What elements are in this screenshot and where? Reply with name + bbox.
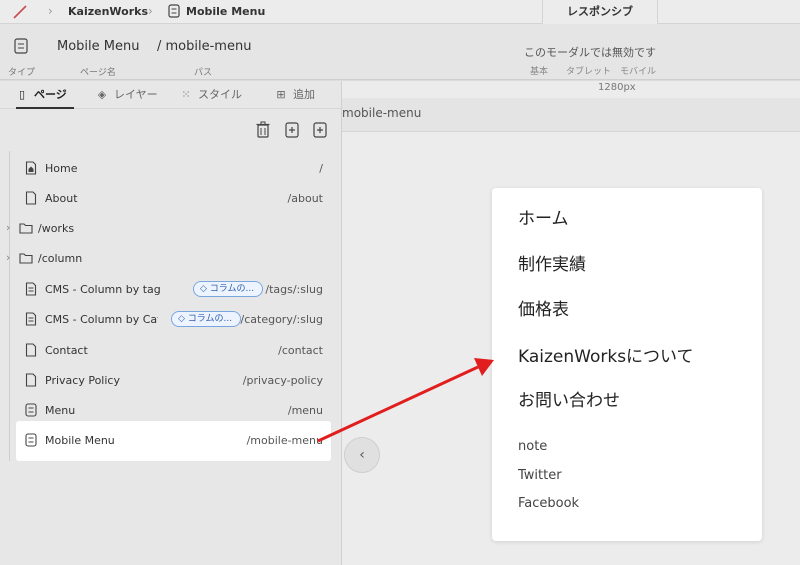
page-row-mobile-menu[interactable]: Mobile Menu /mobile-menu	[16, 421, 331, 461]
tab-add-label: 追加	[293, 88, 315, 101]
device-mobile[interactable]: モバイル	[620, 64, 656, 77]
folder-row-label: /works	[38, 222, 75, 235]
layers-icon: ◈	[97, 88, 107, 101]
folder-icon	[19, 253, 33, 264]
tab-styles[interactable]: ⁙ スタイル	[180, 81, 250, 109]
page-row-path: /tags/:slug	[265, 283, 323, 296]
breadcrumb-separator-icon: ›	[48, 4, 53, 18]
app-logo-icon[interactable]	[12, 5, 28, 19]
tab-responsive[interactable]: レスポンシブ	[542, 0, 658, 24]
tab-pages[interactable]: ▯ ページ	[16, 81, 74, 109]
add-folder-icon[interactable]	[284, 121, 300, 139]
device-tablet[interactable]: タブレット	[566, 64, 611, 77]
page-icon	[25, 343, 37, 357]
collection-tag-badge: ◇ コラムの...	[193, 281, 263, 297]
breadcrumb-page[interactable]: Mobile Menu	[186, 5, 265, 18]
device-base[interactable]: 基本	[530, 64, 548, 77]
modal-page-icon[interactable]	[14, 38, 28, 54]
page-row-cms-category[interactable]: CMS - Column by Cate ◇ コラムの... /category…	[0, 304, 342, 334]
cms-page-icon	[25, 312, 37, 326]
page-row-cms-tag[interactable]: CMS - Column by tag ◇ コラムの... /tags/:slu…	[0, 274, 342, 304]
mobile-menu-preview: ホーム 制作実績 価格表 KaizenWorksについて お問い合わせ note…	[492, 188, 762, 541]
canvas-path-text: mobile-menu	[342, 106, 422, 120]
menu-link-home[interactable]: ホーム	[518, 204, 569, 229]
chevron-right-icon[interactable]: ›	[6, 251, 10, 264]
tab-pages-label: ページ	[34, 88, 67, 101]
canvas-width-label: 1280px	[598, 82, 636, 93]
trash-icon[interactable]	[255, 121, 271, 139]
plus-icon: ⊞	[276, 88, 286, 101]
panel-tabs: ▯ ページ ◈ レイヤー ⁙ スタイル ⊞ 追加	[0, 81, 342, 109]
page-row-about[interactable]: About /about	[0, 183, 342, 213]
type-label: タイプ	[8, 68, 36, 78]
modal-disabled-note: このモーダルでは無効です	[524, 46, 656, 59]
path-label: パス	[194, 68, 213, 78]
page-icon	[25, 191, 37, 205]
breadcrumb-project[interactable]: KaizenWorks	[68, 5, 148, 18]
page-row-home[interactable]: Home /	[0, 153, 342, 183]
pages-panel: ▯ ページ ◈ レイヤー ⁙ スタイル ⊞ 追加 Home / About /a…	[0, 81, 342, 565]
page-row-privacy[interactable]: Privacy Policy /privacy-policy	[0, 365, 342, 395]
page-row-label: CMS - Column by Cate	[45, 313, 158, 326]
page-row-label: Contact	[45, 344, 88, 357]
add-page-icon[interactable]	[312, 121, 328, 139]
menu-link-facebook[interactable]: Facebook	[518, 496, 579, 511]
modal-page-icon	[168, 4, 180, 18]
page-row-path: /	[319, 162, 323, 175]
modal-page-icon	[25, 433, 37, 447]
menu-link-note[interactable]: note	[518, 439, 547, 454]
collection-tag-badge: ◇ コラムの...	[171, 311, 241, 327]
home-page-icon	[25, 161, 37, 175]
page-row-path: /contact	[278, 344, 323, 357]
menu-link-contact[interactable]: お問い合わせ	[518, 386, 620, 411]
page-name-label: ページ名	[80, 68, 116, 78]
tab-add[interactable]: ⊞ 追加	[275, 81, 325, 109]
page-path-field[interactable]: / mobile-menu	[157, 39, 251, 54]
page-row-path: /privacy-policy	[242, 374, 323, 387]
tab-styles-label: スタイル	[198, 88, 242, 101]
page-row-label: About	[45, 192, 78, 205]
chevron-right-icon[interactable]: ›	[6, 221, 10, 234]
page-row-label: Mobile Menu	[45, 434, 115, 447]
breadcrumb-separator-icon: ›	[148, 4, 153, 18]
page-row-path: /mobile-menu	[246, 434, 323, 447]
collection-tag-text: コラムの...	[187, 314, 233, 324]
page-icon	[25, 373, 37, 387]
top-bar: › KaizenWorks › Mobile Menu レスポンシブ	[0, 0, 800, 24]
page-row-path: /menu	[287, 404, 323, 417]
page-row-path: /about	[287, 192, 323, 205]
menu-link-pricing[interactable]: 価格表	[518, 295, 569, 320]
menu-link-about[interactable]: KaizenWorksについて	[518, 342, 694, 367]
tab-layers-label: レイヤー	[114, 88, 158, 101]
page-row-label: CMS - Column by tag	[45, 283, 161, 296]
menu-link-twitter[interactable]: Twitter	[518, 468, 562, 483]
page-header: Mobile Menu / mobile-menu タイプ ページ名 パス この…	[0, 24, 800, 80]
folder-row-works[interactable]: › /works	[0, 213, 342, 243]
page-icon: ▯	[18, 88, 26, 101]
folder-row-label: /column	[38, 252, 83, 265]
folder-row-column[interactable]: › /column	[0, 243, 342, 273]
page-row-label: Privacy Policy	[45, 374, 120, 387]
cms-page-icon	[25, 282, 37, 296]
page-row-path: /category/:slug	[240, 313, 323, 326]
page-row-label: Menu	[45, 404, 76, 417]
page-name-field[interactable]: Mobile Menu	[57, 39, 139, 54]
folder-icon	[19, 223, 33, 234]
tab-layers[interactable]: ◈ レイヤー	[96, 81, 166, 109]
style-icon: ⁙	[181, 88, 191, 101]
canvas-path-strip: mobile-menu	[342, 98, 800, 132]
modal-page-icon	[25, 403, 37, 417]
page-row-contact[interactable]: Contact /contact	[0, 335, 342, 365]
collapse-panel-button[interactable]: ‹	[344, 437, 380, 473]
menu-link-works[interactable]: 制作実績	[518, 250, 586, 275]
page-row-label: Home	[45, 162, 78, 175]
collection-tag-text: コラムの...	[209, 284, 255, 294]
